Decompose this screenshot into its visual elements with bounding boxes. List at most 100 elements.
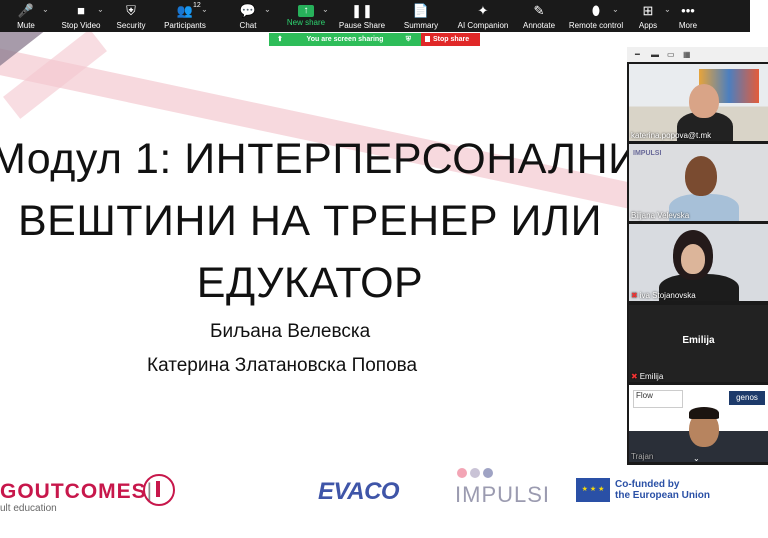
apps-icon: ⊞: [642, 3, 654, 18]
participant-head: [689, 84, 719, 118]
toolbar-button-label: New share: [286, 18, 326, 27]
participant-name: iva Stojanovska: [639, 291, 696, 300]
slide-author: Биљана Велевска: [210, 321, 371, 342]
participant-name: Trajan: [631, 452, 654, 461]
participant-name: katerina.popova@t.mk: [631, 131, 712, 140]
muted-microphone-icon: ✖: [631, 291, 638, 300]
mute-button[interactable]: 🎤 Mute ⌃: [0, 0, 52, 32]
chevron-down-icon[interactable]: ⌃: [264, 4, 271, 13]
chevron-down-icon[interactable]: ⌃: [612, 4, 619, 13]
slide-author: Катерина Златановска Попова: [147, 355, 418, 376]
ai-sparkle-icon: ✦: [477, 3, 489, 18]
flow-backdrop-logo: Flow: [633, 390, 683, 408]
microphone-icon: 🎤: [17, 3, 35, 18]
toolbar-button-label: Participants: [164, 21, 206, 30]
toolbar-button-label: Pause Share: [338, 21, 386, 30]
participant-name-row: ✖ Emilija: [631, 372, 663, 381]
annotate-button[interactable]: ✎ Annotate: [514, 0, 564, 32]
participant-tile[interactable]: Flow genos Trajan: [629, 385, 768, 462]
participant-tile[interactable]: ✖ iva Stojanovska: [629, 224, 768, 301]
ai-companion-button[interactable]: ✦ AI Companion: [452, 0, 514, 32]
slide-title: Модул 1: ИНТЕРПЕРСОНАЛНИ ВЕШТИНИ НА ТРЕН…: [0, 128, 640, 314]
toolbar-button-label: Remote control: [568, 21, 624, 30]
screen-sharing-banner: ⬆ You are screen sharing ⛨: [269, 33, 421, 46]
video-gallery-panel: ━ ▬ ▭ ▦ katerina.popova@t.mk IMPULSI Bil…: [627, 47, 768, 465]
goutcomes-emblem-icon: [143, 474, 175, 506]
minimize-icon[interactable]: ━: [635, 50, 640, 59]
muted-microphone-icon: ✖: [631, 372, 638, 381]
restore-icon[interactable]: ▬: [651, 50, 659, 59]
slide-title-line: Модул 1: ИНТЕРПЕРСОНАЛНИ: [0, 135, 640, 183]
toolbar-button-label: AI Companion: [457, 21, 509, 30]
goutcomes-logo-subtitle: ult education: [0, 503, 57, 514]
summary-button[interactable]: 📄 Summary: [390, 0, 452, 32]
participant-tile[interactable]: IMPULSI Biljana Velevska: [629, 144, 768, 221]
participant-tile[interactable]: katerina.popova@t.mk: [629, 64, 768, 141]
toolbar-button-label: Chat: [239, 21, 257, 30]
eu-funding-line: Co-funded by: [615, 479, 680, 490]
more-icon: •••: [681, 3, 695, 18]
participant-hair: [689, 407, 719, 419]
evaco-logo: EVACO: [318, 478, 400, 505]
participant-tile[interactable]: Emilija ✖ Emilija: [629, 305, 768, 382]
remote-control-button[interactable]: ⬮ Remote control ⌃: [564, 0, 628, 32]
toolbar-button-label: Stop Video: [61, 21, 101, 30]
chevron-down-icon[interactable]: ⌄: [693, 454, 700, 463]
participant-head: [685, 156, 717, 196]
chat-icon: 💬: [239, 3, 257, 18]
toolbar-button-label: Mute: [17, 21, 35, 30]
impulsi-dots-icon: [457, 465, 496, 483]
participant-name: Biljana Velevska: [631, 211, 690, 220]
stop-video-button[interactable]: ■ Stop Video ⌃: [52, 0, 110, 32]
slide-title-line: ВЕШТИНИ НА ТРЕНЕР ИЛИ: [17, 197, 603, 245]
shield-icon: ⛨: [126, 3, 136, 18]
stop-square-icon: [425, 36, 430, 42]
chevron-down-icon[interactable]: ⌃: [322, 4, 329, 13]
eu-funding-text: Co-funded by the European Union: [615, 479, 710, 501]
meeting-toolbar: 🎤 Mute ⌃ ■ Stop Video ⌃ ⛨ Security 👥 Participants…: [0, 0, 750, 32]
share-status-icon: ⬆: [277, 36, 283, 43]
slide-title-line: ЕДУКАТОР: [196, 259, 424, 307]
stop-share-label: Stop share: [433, 36, 470, 43]
participants-button[interactable]: 👥 Participants 12 ⌃: [152, 0, 218, 32]
shield-icon: ⛨: [405, 36, 411, 43]
new-share-button[interactable]: ↑ New share ⌃: [278, 0, 334, 32]
screen-sharing-status: You are screen sharing: [306, 36, 384, 43]
pause-share-button[interactable]: ❚❚ Pause Share: [334, 0, 390, 32]
participant-count-badge: 12: [193, 2, 201, 9]
security-button[interactable]: ⛨ Security: [110, 0, 152, 32]
toolbar-button-label: Apps: [638, 21, 658, 30]
chevron-down-icon[interactable]: ⌃: [42, 4, 49, 13]
stop-share-button[interactable]: Stop share: [421, 33, 480, 46]
impulsi-backdrop-logo: IMPULSI: [633, 150, 662, 157]
chevron-down-icon[interactable]: ⌃: [201, 4, 208, 13]
participant-face: [681, 244, 705, 274]
more-button[interactable]: ••• More: [668, 0, 708, 32]
mouse-icon: ⬮: [591, 3, 601, 18]
chat-button[interactable]: 💬 Chat ⌃: [218, 0, 278, 32]
participant-name: Emilija: [639, 372, 664, 381]
toolbar-button-label: More: [678, 21, 698, 30]
gallery-panel-header: ━ ▬ ▭ ▦: [627, 47, 768, 62]
impulsi-logo: IMPULSI: [455, 482, 551, 507]
toolbar-button-label: Security: [116, 21, 146, 30]
apps-button[interactable]: ⊞ Apps ⌃: [628, 0, 671, 32]
eu-funding-line: the European Union: [615, 490, 710, 501]
participant-name-row: ✖ iva Stojanovska: [631, 291, 696, 300]
participant-avatar-name: Emilija: [682, 335, 715, 346]
participants-icon: 👥: [176, 3, 194, 18]
pause-icon: ❚❚: [351, 3, 373, 18]
goutcomes-logo: GOUTCOMES|: [0, 480, 153, 504]
summary-icon: 📄: [412, 3, 430, 18]
gallery-grid-icon[interactable]: ▦: [683, 50, 691, 59]
genos-backdrop-logo: genos: [729, 391, 765, 405]
share-arrow-icon: ↑: [298, 5, 314, 17]
hide-video-icon[interactable]: ▭: [667, 50, 675, 59]
chevron-down-icon[interactable]: ⌃: [97, 4, 104, 13]
video-camera-icon: ■: [77, 3, 85, 18]
pencil-icon: ✎: [533, 3, 545, 18]
goutcomes-logo-text: GOUTCOMES: [0, 480, 147, 503]
eu-flag-icon: ★ ★ ★: [576, 478, 610, 502]
toolbar-button-label: Annotate: [522, 21, 556, 30]
toolbar-button-label: Summary: [403, 21, 439, 30]
